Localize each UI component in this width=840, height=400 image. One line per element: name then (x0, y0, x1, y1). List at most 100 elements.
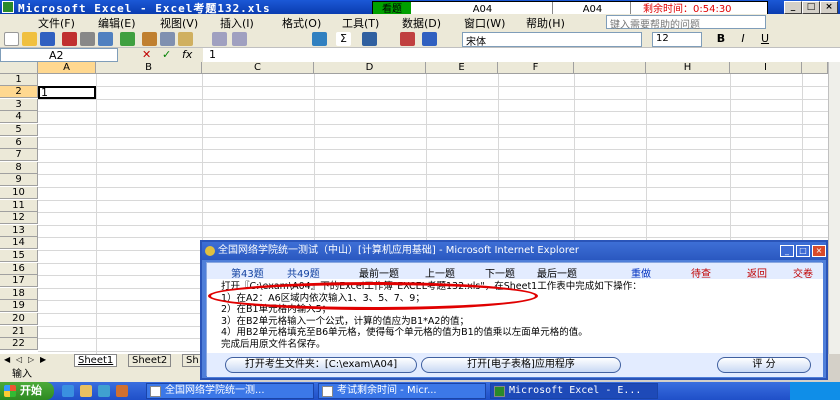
cut-icon[interactable] (142, 32, 157, 46)
column-header-g[interactable] (574, 62, 646, 74)
italic-button[interactable]: I (734, 32, 752, 46)
row-header[interactable]: 13 (0, 225, 38, 237)
menu-tools[interactable]: 工具(T) (342, 15, 379, 31)
row-header[interactable]: 20 (0, 313, 38, 325)
row-header[interactable]: 4 (0, 111, 38, 123)
row-header[interactable]: 21 (0, 326, 38, 338)
dialog-close-button[interactable]: × (812, 245, 826, 257)
submit-button[interactable]: 交卷 (793, 265, 813, 280)
close-button[interactable]: × (820, 1, 838, 14)
sort-ascending-icon[interactable] (362, 32, 377, 46)
row-header[interactable]: 19 (0, 300, 38, 312)
start-button[interactable]: 开始 (0, 382, 54, 400)
column-header-f[interactable]: F (498, 62, 574, 74)
row-header[interactable]: 9 (0, 174, 38, 186)
row-header[interactable]: 15 (0, 250, 38, 262)
row-header[interactable]: 14 (0, 237, 38, 249)
system-tray[interactable] (790, 382, 840, 400)
column-header-c[interactable]: C (202, 62, 314, 74)
row-header[interactable]: 11 (0, 200, 38, 212)
redo-button[interactable]: 重做 (631, 265, 651, 280)
autosum-icon[interactable]: Σ (336, 32, 351, 46)
minimize-button[interactable]: _ (784, 1, 802, 14)
back-button[interactable]: 返回 (747, 265, 767, 280)
formula-input[interactable]: 1 (203, 48, 840, 62)
help-icon[interactable] (422, 32, 437, 46)
row-header[interactable]: 22 (0, 338, 38, 350)
print-preview-icon[interactable] (98, 32, 113, 46)
first-question-button[interactable]: 最前一题 (359, 265, 399, 280)
next-sheet-icon[interactable]: ▷ (28, 355, 34, 364)
underline-button[interactable]: U (756, 32, 774, 46)
undo-icon[interactable] (212, 32, 227, 46)
score-button[interactable]: 评 分 (717, 357, 811, 373)
row-header[interactable]: 16 (0, 263, 38, 275)
prev-sheet-icon[interactable]: ◁ (16, 355, 22, 364)
menu-file[interactable]: 文件(F) (38, 15, 75, 31)
desktop-quicklaunch-icon[interactable] (98, 385, 110, 397)
last-question-button[interactable]: 最后一题 (537, 265, 577, 280)
dialog-maximize-button[interactable]: □ (796, 245, 810, 257)
cancel-icon[interactable]: ✕ (142, 48, 151, 61)
hyperlink-icon[interactable] (312, 32, 327, 46)
media-quicklaunch-icon[interactable] (116, 385, 128, 397)
column-header-h[interactable]: H (646, 62, 730, 74)
row-header[interactable]: 8 (0, 162, 38, 174)
taskbar-button-excel[interactable]: Microsoft Excel - E... (490, 383, 658, 399)
row-header[interactable]: 1 (0, 74, 38, 86)
sheet-tab-sheet1[interactable]: Sheet1 (74, 354, 118, 367)
menu-format[interactable]: 格式(O) (282, 15, 321, 31)
taskbar-button-exam[interactable]: 全国网络学院统一测... (146, 383, 314, 399)
row-header[interactable]: 17 (0, 275, 38, 287)
permission-icon[interactable] (62, 32, 77, 46)
open-spreadsheet-app-button[interactable]: 打开[电子表格]应用程序 (421, 357, 621, 373)
column-header-d[interactable]: D (314, 62, 426, 74)
row-header[interactable]: 2 (0, 86, 38, 98)
help-question-input[interactable]: 键入需要帮助的问题 (606, 15, 766, 31)
redo-icon[interactable] (232, 32, 247, 46)
first-sheet-icon[interactable]: ◀ (4, 355, 10, 364)
font-name-select[interactable]: 宋体 (462, 32, 642, 48)
row-header[interactable]: 12 (0, 212, 38, 224)
check-later-button[interactable]: 待查 (691, 265, 711, 280)
print-icon[interactable] (80, 32, 95, 46)
row-header[interactable]: 5 (0, 124, 38, 136)
dialog-minimize-button[interactable]: _ (780, 245, 794, 257)
row-header[interactable]: 10 (0, 187, 38, 199)
column-header-i[interactable]: I (730, 62, 802, 74)
last-sheet-icon[interactable]: ▶ (40, 355, 46, 364)
menu-view[interactable]: 视图(V) (160, 15, 198, 31)
taskbar-button-timer[interactable]: 考试剩余时间 - Micr... (318, 383, 486, 399)
next-question-button[interactable]: 下一题 (485, 265, 515, 280)
spelling-icon[interactable] (120, 32, 135, 46)
maximize-button[interactable]: □ (802, 1, 820, 14)
menu-help[interactable]: 帮助(H) (526, 15, 565, 31)
font-size-select[interactable]: 12 (652, 32, 702, 47)
open-icon[interactable] (22, 32, 37, 46)
insert-function-icon[interactable]: fx (182, 48, 192, 61)
name-box[interactable]: A2 (0, 48, 118, 62)
paste-icon[interactable] (178, 32, 193, 46)
copy-icon[interactable] (160, 32, 175, 46)
ie-quicklaunch-icon[interactable] (62, 385, 74, 397)
chart-wizard-icon[interactable] (400, 32, 415, 46)
save-icon[interactable] (40, 32, 55, 46)
bold-button[interactable]: B (712, 32, 730, 46)
vertical-scrollbar[interactable] (828, 62, 840, 354)
menu-edit[interactable]: 编辑(E) (98, 15, 136, 31)
open-exam-folder-button[interactable]: 打开考生文件夹：[C:\exam\A04] (225, 357, 417, 373)
prev-question-button[interactable]: 上一题 (425, 265, 455, 280)
column-header-j[interactable] (802, 62, 828, 74)
row-header[interactable]: 7 (0, 149, 38, 161)
menu-window[interactable]: 窗口(W) (464, 15, 505, 31)
active-cell-a2[interactable]: 1 (38, 86, 96, 99)
row-header[interactable]: 3 (0, 99, 38, 111)
menu-insert[interactable]: 插入(I) (220, 15, 254, 31)
enter-icon[interactable]: ✓ (162, 48, 171, 61)
folder-quicklaunch-icon[interactable] (80, 385, 92, 397)
menu-data[interactable]: 数据(D) (402, 15, 441, 31)
column-header-a[interactable]: A (38, 62, 96, 74)
row-header[interactable]: 18 (0, 288, 38, 300)
column-header-b[interactable]: B (96, 62, 202, 74)
new-icon[interactable] (4, 32, 19, 46)
